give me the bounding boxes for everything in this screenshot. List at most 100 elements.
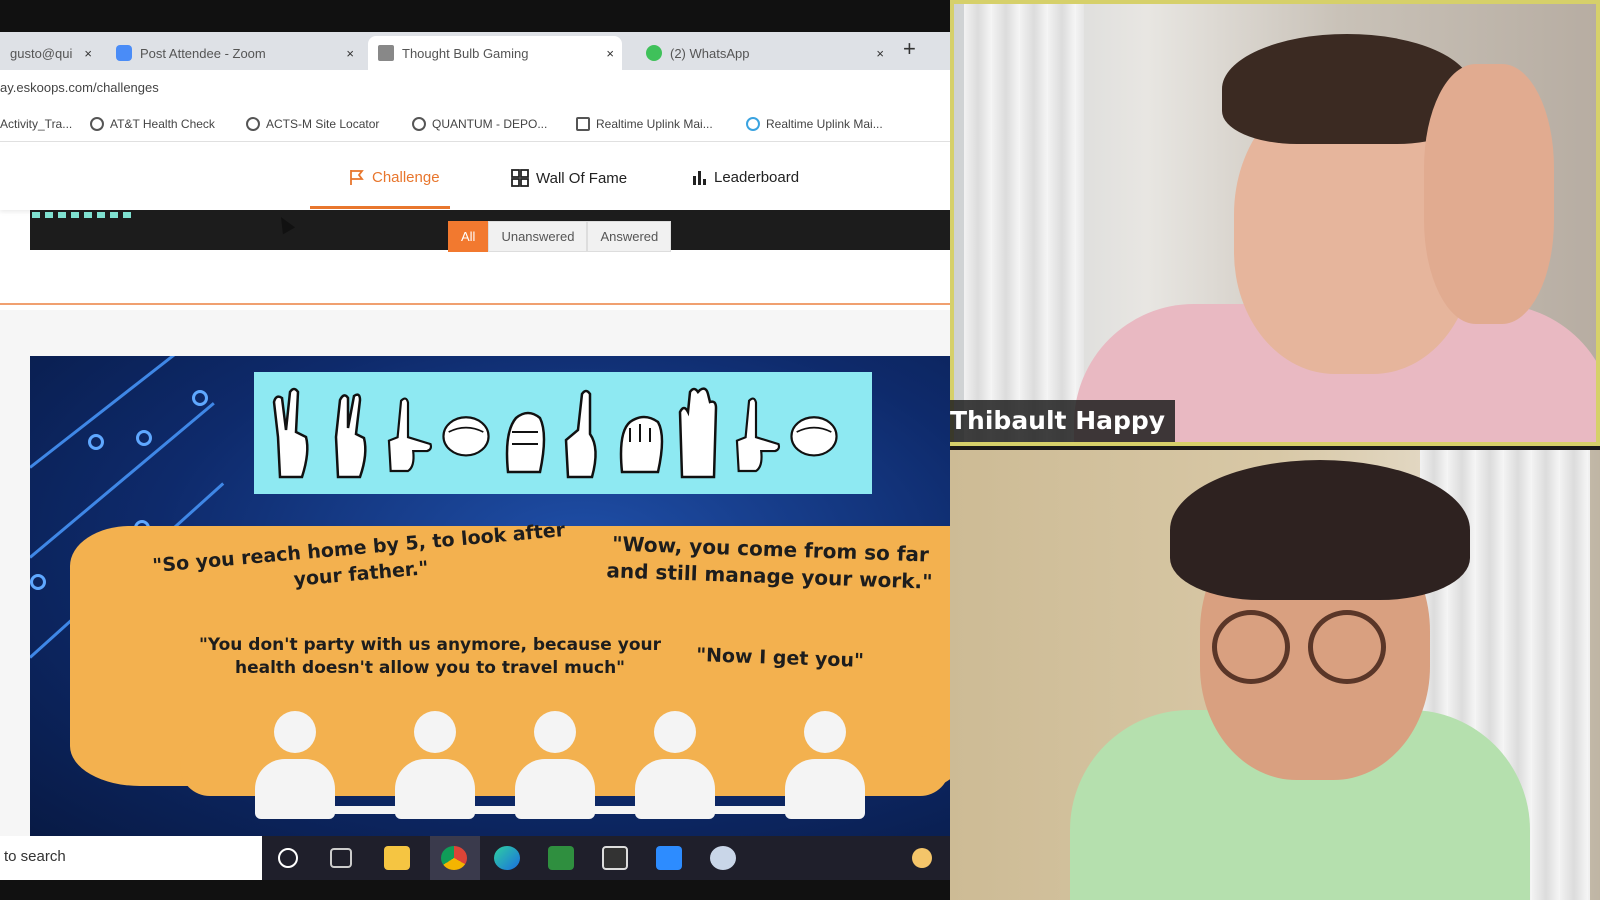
person-figure xyxy=(510,711,600,819)
app-icon[interactable] xyxy=(710,846,736,870)
close-icon[interactable]: × xyxy=(606,46,614,61)
close-icon[interactable]: × xyxy=(346,46,354,61)
bookmark-label: Realtime Uplink Mai... xyxy=(766,117,883,131)
sign-hand-icon xyxy=(678,387,718,479)
bookmark-label: AT&T Health Check xyxy=(110,117,215,131)
person-figure xyxy=(390,711,480,819)
participant-video-top[interactable] xyxy=(950,0,1600,446)
circuit-node xyxy=(30,574,46,590)
tab-thought-bulb[interactable]: Thought Bulb Gaming × xyxy=(368,36,622,70)
sign-hand-icon xyxy=(564,389,597,479)
address-bar[interactable]: ay.eskoops.com/challenges xyxy=(0,70,950,110)
quote-text: "You don't party with us anymore, becaus… xyxy=(199,635,661,678)
site-nav: Challenge Wall Of Fame Leaderboard xyxy=(0,146,950,210)
whatsapp-icon xyxy=(646,45,662,61)
taskbar-search-input[interactable]: to search xyxy=(0,836,262,880)
tab-label: (2) WhatsApp xyxy=(670,45,750,61)
bar-chart-icon xyxy=(693,171,706,185)
task-view-icon[interactable] xyxy=(330,848,352,868)
sign-hand-icon xyxy=(505,411,546,474)
window-icon[interactable] xyxy=(602,846,628,870)
filter-unanswered-button[interactable]: Unanswered xyxy=(488,221,588,252)
tab-mail[interactable]: gusto@qui × xyxy=(0,36,100,70)
globe-icon xyxy=(246,117,260,131)
flag-icon xyxy=(350,170,364,185)
edge-icon[interactable] xyxy=(494,846,520,870)
zoom-icon[interactable] xyxy=(656,846,682,870)
tab-label: Thought Bulb Gaming xyxy=(402,45,529,61)
nav-challenge[interactable]: Challenge xyxy=(348,168,440,186)
sign-hand-icon xyxy=(735,397,781,473)
sign-hand-icon xyxy=(442,416,490,457)
answer-filter: All Unanswered Answered xyxy=(448,221,672,252)
active-tab-indicator xyxy=(310,206,450,209)
close-icon[interactable]: × xyxy=(876,46,884,61)
bookmarks-bar: Activity_Tra... AT&T Health Check ACTS-M… xyxy=(0,110,950,142)
cortana-icon[interactable] xyxy=(278,848,298,868)
bookmark-item[interactable]: Realtime Uplink Mai... xyxy=(746,117,883,131)
circuit-node xyxy=(192,390,208,406)
sign-hand-icon xyxy=(334,393,367,479)
zoom-icon xyxy=(116,45,132,61)
image-icon xyxy=(576,117,590,131)
shared-screen: gusto@qui × Post Attendee - Zoom × Thoug… xyxy=(0,0,950,900)
progress-dots xyxy=(32,212,131,218)
windows-taskbar: to search xyxy=(0,836,950,880)
tab-strip: gusto@qui × Post Attendee - Zoom × Thoug… xyxy=(0,32,950,70)
bookmark-item[interactable]: Activity_Tra... xyxy=(0,117,72,131)
url-text: ay.eskoops.com/challenges xyxy=(0,80,159,95)
person-figure xyxy=(630,711,720,819)
chrome-icon[interactable] xyxy=(441,846,467,870)
glasses-icon xyxy=(1308,610,1386,684)
meeting-illustration xyxy=(230,711,930,836)
bookmark-label: Activity_Tra... xyxy=(0,117,73,131)
challenge-poster-image: "So you reach home by 5, to look after y… xyxy=(30,356,950,836)
meeting-window: gusto@qui × Post Attendee - Zoom × Thoug… xyxy=(0,0,1600,900)
bookmark-item[interactable]: Realtime Uplink Mai... xyxy=(576,117,713,131)
nav-label: Challenge xyxy=(372,168,440,186)
nav-wall-of-fame[interactable]: Wall Of Fame xyxy=(510,168,627,188)
new-tab-button[interactable]: + xyxy=(903,36,916,62)
weather-icon xyxy=(912,848,932,868)
participant-hand xyxy=(1424,64,1554,324)
glasses-icon xyxy=(1212,610,1290,684)
bookmark-item[interactable]: QUANTUM - DEPO... xyxy=(412,117,547,131)
bookmark-label: Realtime Uplink Mai... xyxy=(596,117,713,131)
file-explorer-icon[interactable] xyxy=(384,846,410,870)
nav-label: Leaderboard xyxy=(714,168,800,186)
circuit-node xyxy=(88,434,104,450)
sign-hand-icon xyxy=(387,397,433,473)
sign-hand-icon xyxy=(272,387,309,479)
tab-whatsapp[interactable]: (2) WhatsApp × xyxy=(636,36,892,70)
filter-answered-button[interactable]: Answered xyxy=(587,221,672,252)
sheet-icon[interactable] xyxy=(548,846,574,870)
bookmark-label: QUANTUM - DEPO... xyxy=(432,117,548,131)
bulb-icon xyxy=(378,45,394,61)
close-icon[interactable]: × xyxy=(84,46,92,61)
divider xyxy=(0,303,950,305)
drop-icon xyxy=(746,117,760,131)
bookmark-label: ACTS-M Site Locator xyxy=(266,117,380,131)
globe-icon xyxy=(412,117,426,131)
person-figure xyxy=(780,711,870,819)
sign-hand-icon xyxy=(619,415,664,474)
participant-video-bottom[interactable] xyxy=(950,450,1600,900)
participant-hair xyxy=(1170,460,1470,600)
title-bar xyxy=(0,0,950,32)
sign-hand-icon xyxy=(790,416,838,457)
curtain-background xyxy=(964,4,1084,442)
circuit-line xyxy=(30,356,205,469)
table-shape xyxy=(330,806,830,814)
filter-all-button[interactable]: All xyxy=(448,221,489,252)
bookmark-item[interactable]: AT&T Health Check xyxy=(90,117,215,131)
screen-edge xyxy=(0,880,950,900)
tab-zoom[interactable]: Post Attendee - Zoom × xyxy=(106,36,362,70)
bookmark-item[interactable]: ACTS-M Site Locator xyxy=(246,117,379,131)
person-figure xyxy=(250,711,340,819)
nav-leaderboard[interactable]: Leaderboard xyxy=(690,168,799,186)
globe-icon xyxy=(90,117,104,131)
sign-language-panel xyxy=(254,372,872,494)
tab-label: gusto@qui xyxy=(10,45,73,61)
tab-label: Post Attendee - Zoom xyxy=(140,45,266,61)
nav-label: Wall Of Fame xyxy=(536,169,628,187)
